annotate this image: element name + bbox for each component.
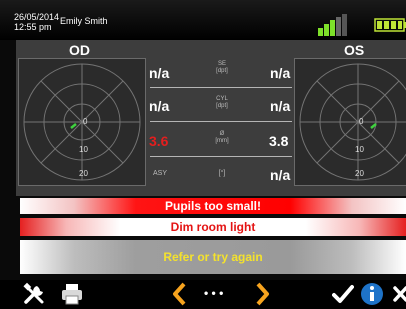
os-label: OS [344, 42, 365, 58]
se-param-unit: [dpt] [216, 68, 228, 74]
se-param-name: SE [217, 61, 226, 67]
asy-param-name: ASY [153, 170, 168, 177]
chevron-right-icon[interactable] [254, 282, 270, 306]
cyl-param-unit: [dpt] [216, 103, 228, 109]
row-divider [150, 121, 292, 122]
date-label: 26/05/2014 [14, 12, 60, 22]
patient-name: Emily Smith [60, 16, 108, 26]
row-divider [150, 87, 292, 88]
close-icon[interactable] [392, 282, 406, 306]
info-icon[interactable] [360, 282, 384, 306]
od-plot-label-20: 20 [79, 169, 88, 178]
os-plot-label-10: 10 [355, 145, 364, 154]
od-label: OD [69, 42, 90, 58]
os-plot-label-0: 0 [359, 117, 364, 126]
status-bar: 26/05/2014 12:55 pm Emily Smith [0, 0, 406, 40]
cyl-param-name: CYL [216, 96, 228, 102]
od-se-value: n/a [149, 65, 170, 81]
diameter-param-unit: [mm] [215, 138, 229, 144]
os-cyl-value: n/a [270, 98, 291, 114]
cyl-param-label: CYL [dpt] [200, 96, 244, 110]
asy-param-unit: [°] [218, 170, 226, 177]
diameter-param-label: Ø [mm] [200, 131, 244, 145]
tools-icon[interactable] [22, 282, 48, 306]
od-axis-marker [70, 123, 77, 129]
os-se-value: n/a [270, 65, 291, 81]
os-pupil-diameter: 3.8 [269, 133, 289, 149]
time-label: 12:55 pm [14, 22, 52, 32]
od-plot-label-10: 10 [79, 145, 88, 154]
os-plot-label-20: 20 [355, 169, 364, 178]
battery-icon [374, 18, 406, 32]
os-pupil-plot: 0 10 20 [294, 58, 406, 186]
os-asy-value: n/a [270, 167, 291, 183]
pupils-too-small-alert: Pupils too small! [20, 198, 406, 214]
od-plot-label-0: 0 [83, 117, 88, 126]
chevron-left-icon[interactable] [172, 282, 188, 306]
refer-or-try-again-message: Refer or try again [20, 240, 406, 274]
diameter-param-name: Ø [219, 131, 225, 137]
bottom-toolbar: • • • [0, 280, 406, 309]
dim-room-light-message: Dim room light [20, 218, 406, 236]
signal-icon [318, 14, 347, 36]
od-pupil-plot: 0 10 20 [18, 58, 146, 186]
row-divider [150, 156, 292, 157]
od-cyl-value: n/a [149, 98, 170, 114]
od-pupil-diameter: 3.6 [149, 133, 169, 149]
se-param-label: SE [dpt] [200, 61, 244, 75]
more-button[interactable]: • • • [204, 286, 223, 300]
checkmark-icon[interactable] [332, 282, 354, 306]
print-icon[interactable] [60, 282, 84, 306]
